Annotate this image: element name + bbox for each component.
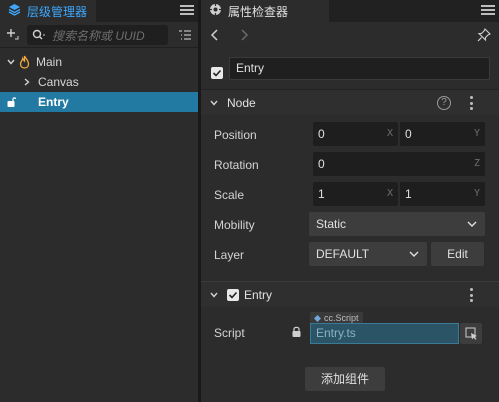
layer-select[interactable]: DEFAULT: [309, 242, 427, 266]
help-icon[interactable]: ?: [437, 96, 451, 110]
chevron-down-icon[interactable]: [209, 98, 219, 108]
script-asset-icon: [314, 314, 321, 322]
more-options-icon[interactable]: [469, 288, 473, 302]
chevron-down-icon[interactable]: [6, 57, 16, 67]
hierarchy-tabbar: 层级管理器: [0, 0, 198, 22]
scale-x-value: 1: [318, 187, 325, 201]
checkmark-icon: [211, 67, 223, 79]
axis-y-label: Y: [473, 128, 480, 139]
mobility-select[interactable]: Static: [309, 212, 485, 236]
position-x-input[interactable]: 0 X: [313, 122, 398, 146]
layer-label: Layer: [214, 248, 245, 262]
tab-hierarchy-label: 层级管理器: [27, 4, 88, 19]
axis-x-label: X: [386, 128, 393, 139]
forward-arrow-icon[interactable]: [237, 28, 251, 42]
node-section-header[interactable]: Node ?: [201, 89, 499, 115]
search-box[interactable]: 搜索名称或 UUID: [27, 25, 168, 45]
tree-node-label: Main: [36, 55, 63, 69]
tab-hierarchy[interactable]: 层级管理器: [0, 0, 96, 22]
back-arrow-icon[interactable]: [208, 28, 222, 42]
asset-picker-button[interactable]: [460, 323, 482, 344]
tree-node-label: Entry: [38, 95, 69, 109]
picker-arrow-icon: [465, 327, 477, 340]
add-node-button[interactable]: [5, 27, 21, 43]
component-section-header[interactable]: Entry: [201, 281, 499, 307]
position-x-value: 0: [318, 127, 325, 141]
hierarchy-panel: 层级管理器 搜索名称或 UUID Main Canvas Entry: [0, 0, 198, 402]
scale-label: Scale: [214, 188, 245, 202]
position-y-input[interactable]: 0 Y: [400, 122, 485, 146]
rotation-z-input[interactable]: 0 Z: [313, 152, 485, 176]
scale-y-input[interactable]: 1 Y: [400, 182, 485, 206]
mobility-value: Static: [316, 217, 347, 231]
tree-node-entry[interactable]: Entry: [0, 92, 198, 112]
tree-node-main[interactable]: Main: [0, 52, 198, 72]
tab-inspector[interactable]: 属性检查器: [201, 0, 329, 22]
axis-y-label: Y: [473, 188, 480, 199]
unlock-icon[interactable]: [6, 96, 18, 108]
node-active-checkbox[interactable]: [211, 62, 223, 84]
tree-node-label: Canvas: [38, 75, 79, 89]
scale-x-input[interactable]: 1 X: [313, 182, 398, 206]
lock-icon: [292, 326, 301, 337]
chevron-down-icon: [467, 221, 477, 227]
hierarchy-toolbar: 搜索名称或 UUID: [0, 22, 198, 48]
layer-value: DEFAULT: [316, 247, 370, 261]
edit-layer-button[interactable]: Edit: [431, 242, 484, 266]
add-component-button[interactable]: 添加组件: [305, 367, 385, 391]
inspector-menu-icon[interactable]: [481, 3, 495, 17]
script-label: Script: [214, 326, 245, 340]
rotation-z-value: 0: [318, 157, 325, 171]
position-y-value: 0: [405, 127, 412, 141]
node-section-title: Node: [227, 96, 256, 110]
chevron-down-icon: [409, 251, 419, 257]
hierarchy-menu-icon[interactable]: [180, 3, 194, 17]
scale-y-value: 1: [405, 187, 412, 201]
chevron-right-icon[interactable]: [22, 77, 32, 87]
search-input[interactable]: 搜索名称或 UUID: [52, 27, 145, 44]
tree-node-canvas[interactable]: Canvas: [0, 72, 198, 92]
scene-flame-icon: [19, 55, 30, 69]
tree-options-icon[interactable]: [178, 28, 192, 42]
component-enabled-checkbox[interactable]: [227, 289, 239, 301]
rotation-label: Rotation: [214, 158, 259, 172]
search-icon: [32, 29, 45, 40]
checkmark-icon: [228, 291, 238, 299]
inspector-panel: 属性检查器 Entry Node ? Position 0 X 0 Y Rota…: [201, 0, 499, 402]
axis-x-label: X: [386, 188, 393, 199]
inspector-tabbar: 属性检查器: [201, 0, 499, 22]
axis-z-label: Z: [473, 158, 480, 169]
node-name-input[interactable]: Entry: [229, 57, 490, 80]
mobility-label: Mobility: [214, 218, 255, 232]
position-label: Position: [214, 128, 257, 142]
chevron-down-icon[interactable]: [209, 290, 219, 300]
node-tree: Main Canvas Entry: [0, 48, 198, 112]
tab-inspector-label: 属性检查器: [228, 4, 289, 19]
component-title: Entry: [244, 288, 273, 302]
script-asset-field[interactable]: Entry.ts: [310, 323, 459, 344]
layers-icon: [8, 3, 21, 19]
pin-icon[interactable]: [477, 28, 491, 42]
more-options-icon[interactable]: [469, 96, 473, 110]
inspector-icon: [209, 3, 222, 19]
inspector-toolbar: [201, 22, 499, 48]
